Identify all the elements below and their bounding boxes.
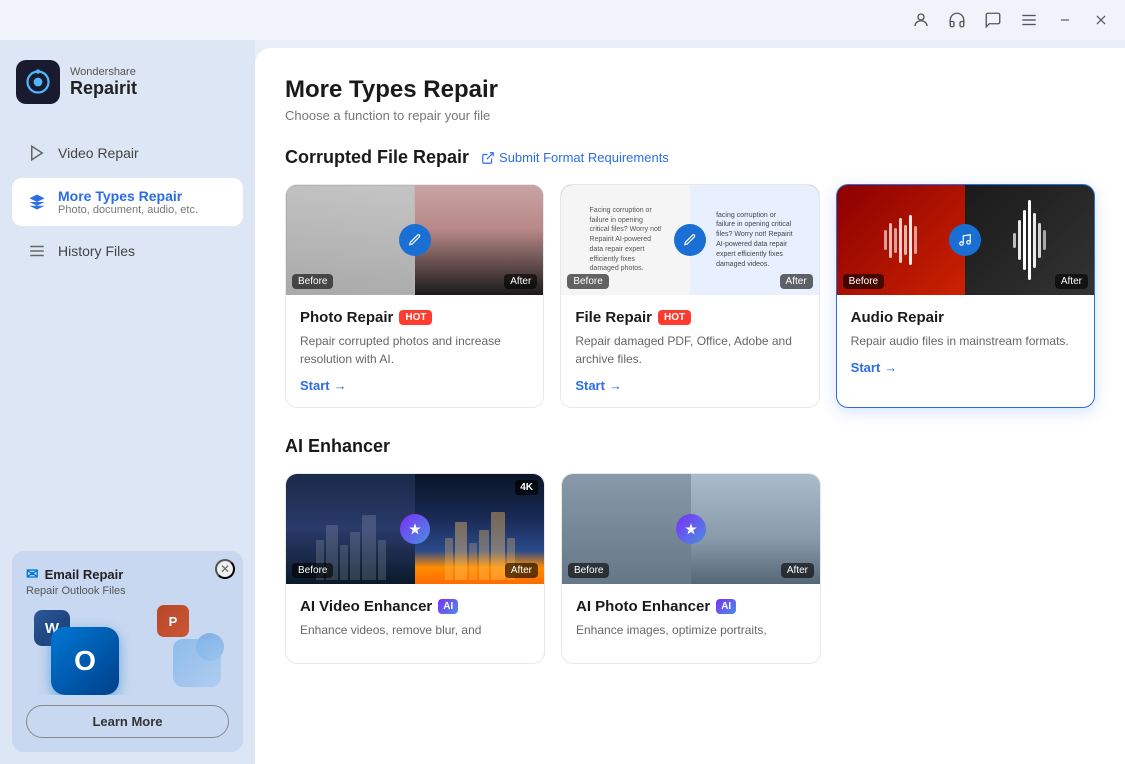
photo-repair-start-arrow: → [334,378,347,393]
file-repair-badge [674,224,706,256]
ai-photo-badge: AI [716,599,736,614]
audio-repair-badge [949,224,981,256]
ai-photo-desc: Enhance images, optimize portraits, [576,621,806,639]
app-body: Wondershare Repairit Video Repair [0,40,1125,764]
section-corrupted-repair-header: Corrupted File Repair Submit Format Requ… [285,147,1095,168]
audio-repair-start-arrow: → [884,360,897,375]
photo-repair-badge [399,224,431,256]
chat-icon[interactable] [977,4,1009,36]
history-files-icon [26,240,48,262]
external-link-icon [481,151,495,165]
audio-repair-title: Audio Repair [851,309,944,326]
ai-video-enhance-circle [400,514,430,544]
photo-repair-title: Photo Repair [300,309,393,326]
sidebar: Wondershare Repairit Video Repair [0,40,255,764]
page-title: More Types Repair [285,76,1095,104]
learn-more-button[interactable]: Learn More [26,705,229,738]
ai-photo-before-label: Before [568,563,609,578]
file-after-label: After [780,274,813,289]
ai-photo-enhancer-card[interactable]: Before After AI Photo Enhancer AI Enhanc… [561,473,821,664]
file-repair-desc: Repair damaged PDF, Office, Adobe and ar… [575,332,804,368]
photo-repair-image: Before After [286,185,543,295]
logo-text: Wondershare Repairit [70,66,137,99]
nav-label-history-files: History Files [58,243,135,259]
spacer [837,473,1095,664]
audio-before-label: Before [843,274,884,289]
audio-repair-card[interactable]: Before After Audio Repair Repair audio f… [836,184,1095,408]
file-repair-title: File Repair [575,309,652,326]
photo-before-label: Before [292,274,333,289]
section-title-corrupted: Corrupted File Repair [285,147,469,168]
promo-close-button[interactable]: ✕ [215,559,235,579]
ai-video-desc: Enhance videos, remove blur, and [300,621,530,639]
sidebar-item-history-files[interactable]: History Files [12,230,243,272]
file-repair-card[interactable]: Facing corruption orfailure in openingcr… [560,184,819,408]
video-repair-icon [26,142,48,164]
promo-images: W P O [26,605,229,695]
file-repair-hot-badge: HOT [658,310,691,325]
ai-photo-image: Before After [562,474,820,584]
ai-video-before-label: Before [292,563,333,578]
main-content: More Types Repair Choose a function to r… [255,48,1125,764]
submit-format-link[interactable]: Submit Format Requirements [481,150,669,165]
ai-photo-after-label: After [781,563,814,578]
audio-after-label: After [1055,274,1088,289]
logo-brand: Wondershare [70,66,137,78]
app-logo-icon [16,60,60,104]
audio-repair-desc: Repair audio files in mainstream formats… [851,332,1080,350]
audio-repair-image: Before After [837,185,1094,295]
sidebar-item-more-types-repair[interactable]: More Types Repair Photo, document, audio… [12,178,243,226]
ai-video-after-label: After [505,563,538,578]
promo-title-text: Email Repair [45,567,124,582]
promo-card: ✕ ✉ Email Repair Repair Outlook Files W … [12,551,243,752]
audio-repair-start[interactable]: Start → [851,360,1080,375]
email-repair-icon: ✉ [26,565,39,583]
photo-repair-card[interactable]: Before After Photo Repair HOT Repair cor… [285,184,544,408]
file-repair-start-arrow: → [609,378,622,393]
sidebar-item-video-repair[interactable]: Video Repair [12,132,243,174]
promo-cube [173,639,221,687]
powerpoint-icon: P [157,605,189,637]
sidebar-nav: Video Repair More Types Repair Photo, do… [0,124,255,280]
sidebar-logo: Wondershare Repairit [0,40,255,124]
menu-icon[interactable] [1013,4,1045,36]
section-ai-enhancer-header: AI Enhancer [285,436,1095,457]
ai-photo-title: AI Photo Enhancer [576,598,710,615]
logo-name: Repairit [70,78,137,99]
close-icon[interactable] [1085,4,1117,36]
ai-video-enhancer-card[interactable]: 4K Before After AI Video Enhancer AI Enh… [285,473,545,664]
submit-format-text: Submit Format Requirements [499,150,669,165]
nav-sublabel-more-types-repair: Photo, document, audio, etc. [58,204,198,216]
more-types-repair-icon [26,191,48,213]
outlook-icon: O [51,627,119,695]
ai-cards-grid: 4K Before After AI Video Enhancer AI Enh… [285,473,1095,664]
photo-repair-start[interactable]: Start → [300,378,529,393]
account-icon[interactable] [905,4,937,36]
ai-video-badge: AI [438,599,458,614]
page-subtitle: Choose a function to repair your file [285,108,1095,123]
photo-after-label: After [504,274,537,289]
file-repair-image: Facing corruption orfailure in openingcr… [561,185,818,295]
ai-video-image: 4K Before After [286,474,544,584]
nav-label-video-repair: Video Repair [58,145,139,161]
four-k-badge: 4K [515,480,538,495]
file-before-label: Before [567,274,608,289]
corrupted-cards-grid: Before After Photo Repair HOT Repair cor… [285,184,1095,408]
headset-icon[interactable] [941,4,973,36]
promo-subtitle: Repair Outlook Files [26,585,229,597]
ai-video-title: AI Video Enhancer [300,598,432,615]
file-repair-start[interactable]: Start → [575,378,804,393]
title-bar [0,0,1125,40]
ai-photo-enhance-circle [676,514,706,544]
photo-repair-desc: Repair corrupted photos and increase res… [300,332,529,368]
nav-label-more-types-repair: More Types Repair [58,188,198,204]
section-title-ai: AI Enhancer [285,436,390,457]
minimize-icon[interactable] [1049,4,1081,36]
photo-repair-hot-badge: HOT [399,310,432,325]
